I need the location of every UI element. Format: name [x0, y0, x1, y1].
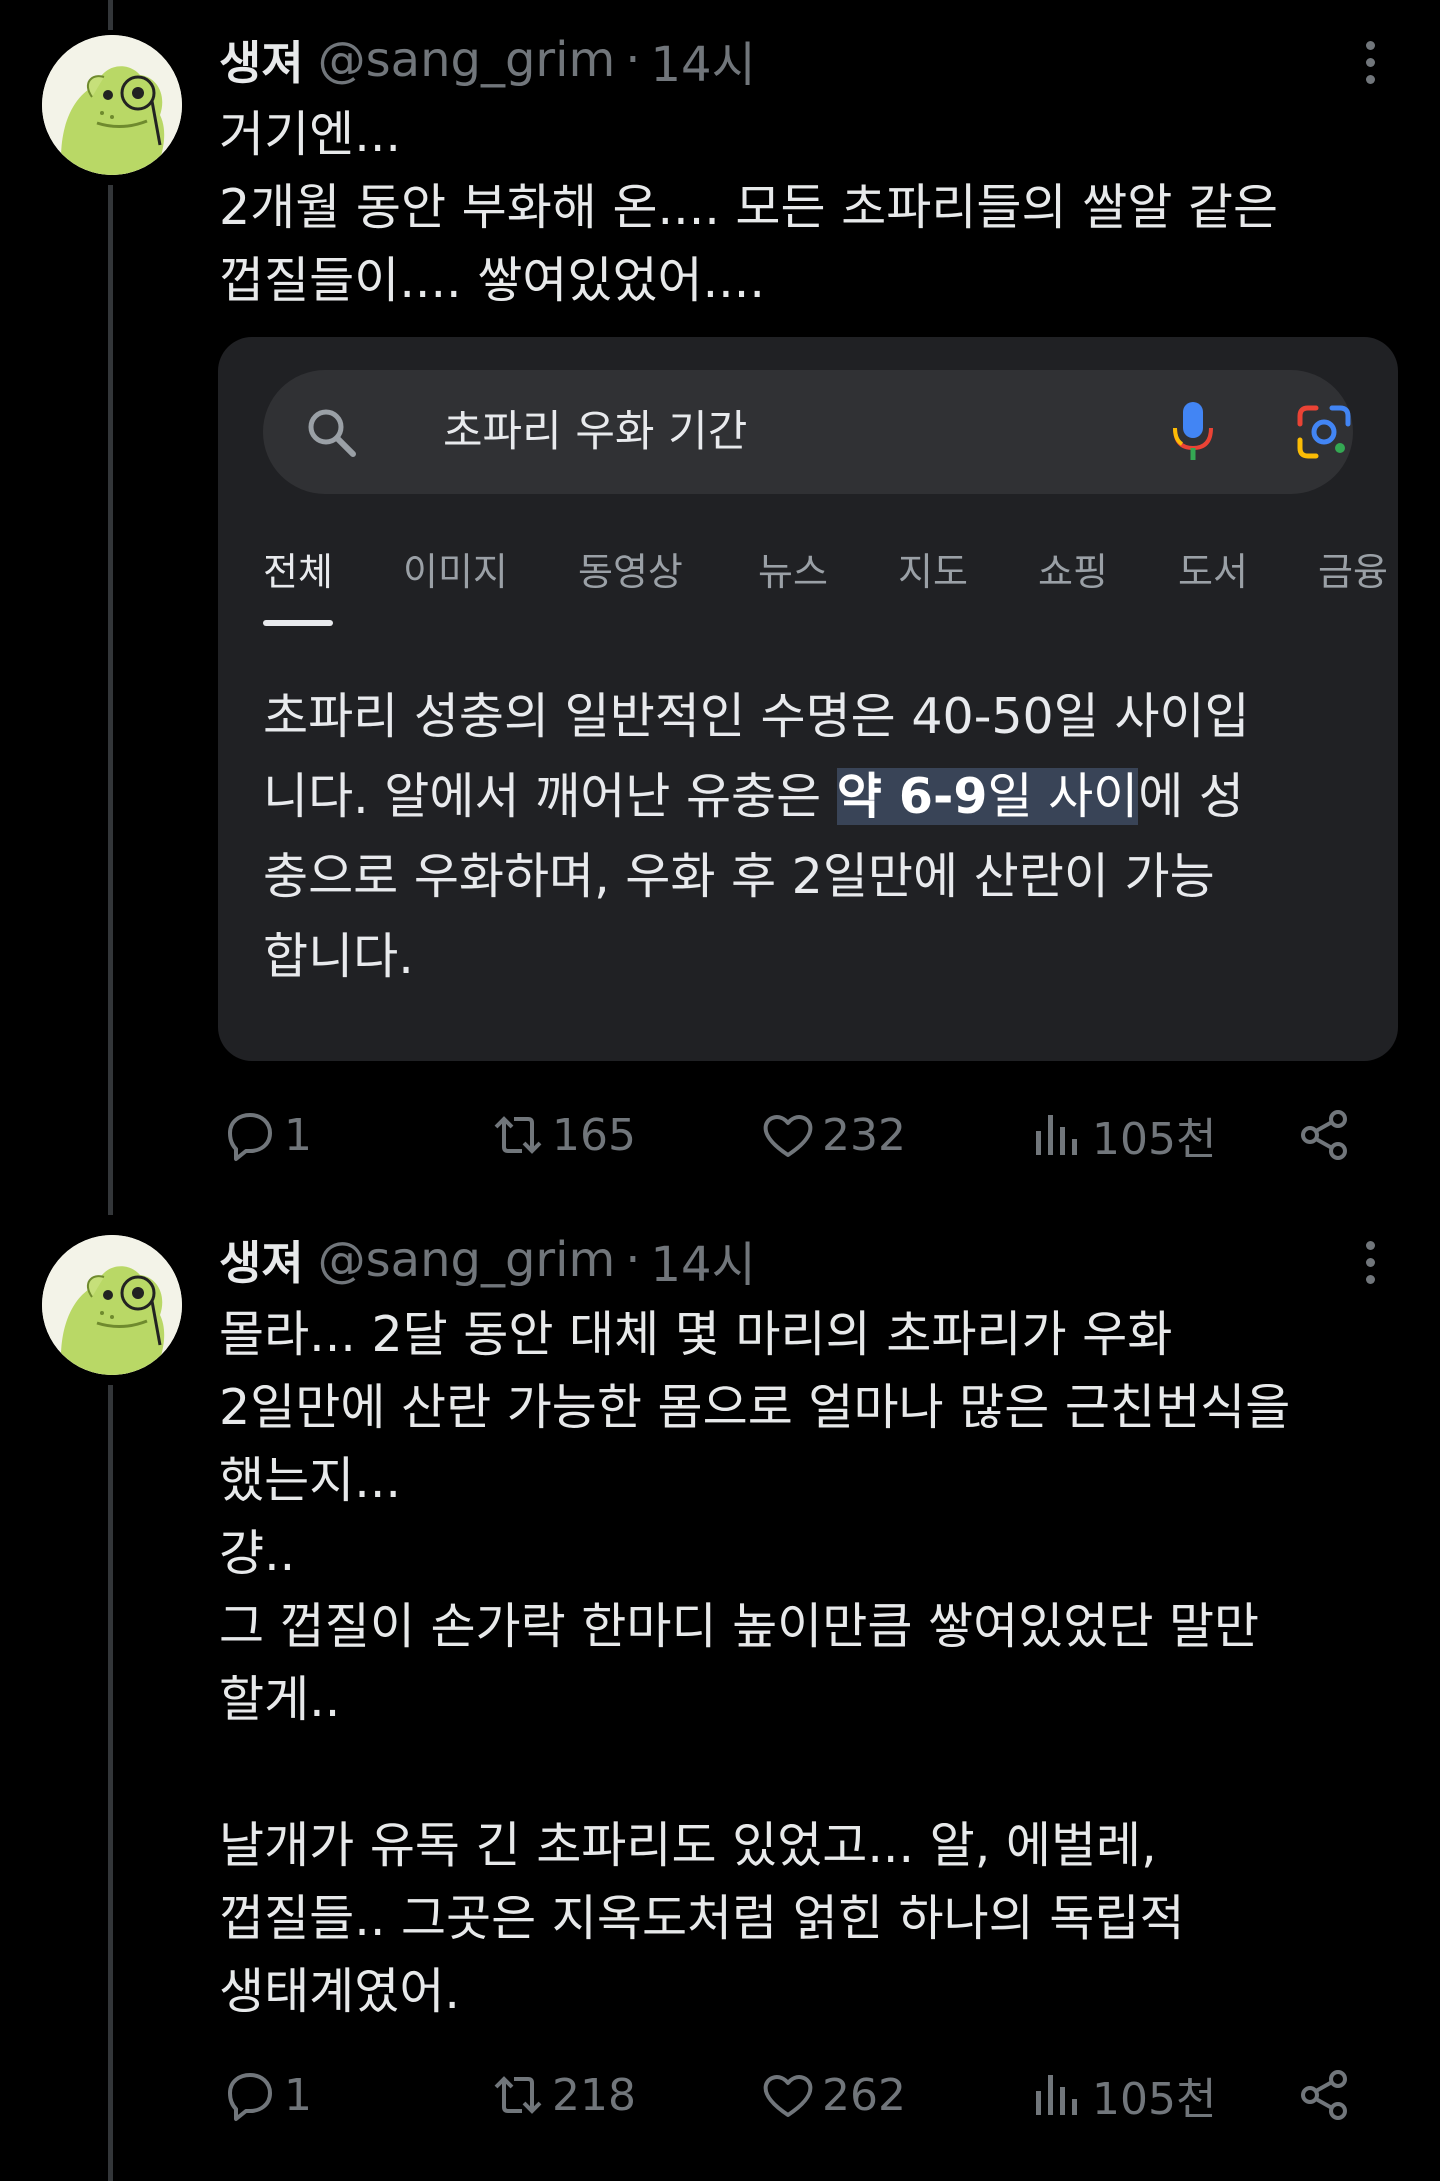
tweet-text-line: 그 껍질이 손가락 한마디 높이만큼 쌓여있었단 말만 — [219, 1598, 1260, 1655]
tweet-text-line: 거기엔... — [219, 106, 401, 163]
more-icon[interactable] — [1355, 32, 1385, 92]
views-button[interactable]: 105천 — [1030, 1100, 1216, 1170]
timestamp[interactable]: 14시 — [651, 1225, 756, 1295]
separator: · — [625, 1232, 641, 1288]
views-count: 105천 — [1092, 1114, 1217, 1165]
tweet-text: 거기엔... 2개월 동안 부화해 온.... 모든 초파리들의 쌀알 같은 껍… — [219, 98, 1399, 317]
result-line: 니다. 알에서 깨어난 유충은 약 6-9일 사이에 성 — [263, 757, 1373, 837]
search-screenshot-card[interactable]: 초파리 우화 기간 전체 이미지 동영상 뉴스 지도 쇼핑 도서 금융 초파리 … — [218, 337, 1398, 1061]
like-button[interactable]: 262 — [760, 2060, 906, 2130]
tweet-text-blank-line — [219, 1736, 1399, 1809]
views-button[interactable]: 105천 — [1030, 2060, 1216, 2130]
retweet-count: 218 — [552, 2069, 636, 2121]
search-result-text: 초파리 성충의 일반적인 수명은 40-50일 사이입 니다. 알에서 깨어난 … — [263, 677, 1373, 997]
reply-icon — [228, 2073, 272, 2121]
timestamp[interactable]: 14시 — [651, 25, 756, 95]
result-line: 합니다. — [263, 928, 414, 985]
like-count: 232 — [822, 1109, 906, 1161]
tweet-text-line: 걍.. — [219, 1525, 296, 1582]
handle[interactable]: @sang_grim — [318, 32, 616, 88]
like-icon — [763, 1115, 813, 1157]
tweet-text-line: 할게.. — [219, 1671, 341, 1728]
search-tabs: 전체 이미지 동영상 뉴스 지도 쇼핑 도서 금융 — [263, 537, 1398, 627]
tweet-text-line: 생태계였어. — [219, 1963, 460, 2020]
tweet-text-line: 2일만에 산란 가능한 몸으로 얼마나 많은 근친번식을 — [219, 1379, 1291, 1436]
tab-images[interactable]: 이미지 — [403, 537, 508, 607]
tweet-text-line: 껍질들이.... 쌓여있었어.... — [219, 252, 765, 309]
search-query: 초파리 우화 기간 — [443, 407, 748, 457]
share-icon[interactable] — [1296, 2067, 1352, 2123]
reply-button[interactable]: 1 — [222, 2060, 312, 2130]
tweet-actions: 1 165 232 105천 — [0, 1100, 1440, 1170]
like-icon — [763, 2075, 813, 2117]
tab-maps[interactable]: 지도 — [898, 537, 968, 607]
handle[interactable]: @sang_grim — [318, 1232, 616, 1288]
like-count: 262 — [822, 2069, 906, 2121]
google-lens-icon — [1297, 405, 1351, 459]
result-line: 초파리 성충의 일반적인 수명은 40-50일 사이입 — [263, 688, 1250, 745]
tab-shopping[interactable]: 쇼핑 — [1038, 537, 1108, 607]
mic-icon — [1173, 402, 1213, 460]
tweet-text-line: 2개월 동안 부화해 온.... 모든 초파리들의 쌀알 같은 — [219, 179, 1279, 236]
separator: · — [625, 32, 641, 88]
like-button[interactable]: 232 — [760, 1100, 906, 1170]
result-highlight-rest: 일 사이 — [987, 768, 1139, 825]
avatar[interactable] — [42, 35, 182, 175]
result-text: 니다. 알에서 깨어난 유충은 — [263, 768, 837, 825]
active-tab-indicator — [263, 620, 333, 626]
reply-icon — [228, 1113, 272, 1161]
retweet-button[interactable]: 218 — [490, 2060, 636, 2130]
views-icon — [1036, 1115, 1077, 1155]
search-icon — [308, 409, 356, 457]
reply-count: 1 — [284, 1109, 312, 1161]
tab-books[interactable]: 도서 — [1178, 537, 1248, 607]
result-line: 충으로 우화하며, 우화 후 2일만에 산란이 가능 — [263, 848, 1215, 905]
tweet-2: 생져 @sang_grim · 14시 몰라... 2달 동안 대체 몇 마리의… — [0, 1200, 1440, 2181]
tweet-text-line: 껍질들.. 그곳은 지옥도처럼 얽힌 하나의 독립적 — [219, 1890, 1185, 1947]
retweet-button[interactable]: 165 — [490, 1100, 636, 1170]
tweet-actions: 1 218 262 105천 — [0, 2060, 1440, 2130]
search-box: 초파리 우화 기간 — [263, 370, 1353, 494]
reply-count: 1 — [284, 2069, 312, 2121]
reply-button[interactable]: 1 — [222, 1100, 312, 1170]
retweet-icon — [494, 1116, 542, 1154]
tweet-header: 생져 @sang_grim · 14시 — [219, 1227, 756, 1293]
tab-news[interactable]: 뉴스 — [758, 537, 828, 607]
result-text: 에 성 — [1138, 768, 1245, 825]
avatar[interactable] — [42, 1235, 182, 1375]
tweet-text: 몰라... 2달 동안 대체 몇 마리의 초파리가 우화 2일만에 산란 가능한… — [219, 1298, 1399, 2028]
tweet-text-line: 몰라... 2달 동안 대체 몇 마리의 초파리가 우화 — [219, 1306, 1173, 1363]
retweet-count: 165 — [552, 1109, 636, 1161]
retweet-icon — [494, 2076, 542, 2114]
views-count: 105천 — [1092, 2074, 1217, 2125]
result-highlight: 약 6-9 — [836, 768, 988, 825]
tweet-1: 생져 @sang_grim · 14시 거기엔... 2개월 동안 부화해 온.… — [0, 0, 1440, 1200]
tab-all[interactable]: 전체 — [263, 537, 333, 607]
tab-videos[interactable]: 동영상 — [578, 537, 683, 607]
share-icon[interactable] — [1296, 1107, 1352, 1163]
views-icon — [1036, 2075, 1077, 2115]
display-name[interactable]: 생져 — [219, 27, 304, 93]
display-name[interactable]: 생져 — [219, 1227, 304, 1293]
tweet-text-line: 날개가 유독 긴 초파리도 있었고... 알, 에벌레, — [219, 1817, 1157, 1874]
tweet-text-line: 했는지... — [219, 1452, 401, 1509]
tweet-header: 생져 @sang_grim · 14시 — [219, 27, 756, 93]
tab-finance[interactable]: 금융 — [1318, 537, 1388, 607]
more-icon[interactable] — [1355, 1232, 1385, 1292]
